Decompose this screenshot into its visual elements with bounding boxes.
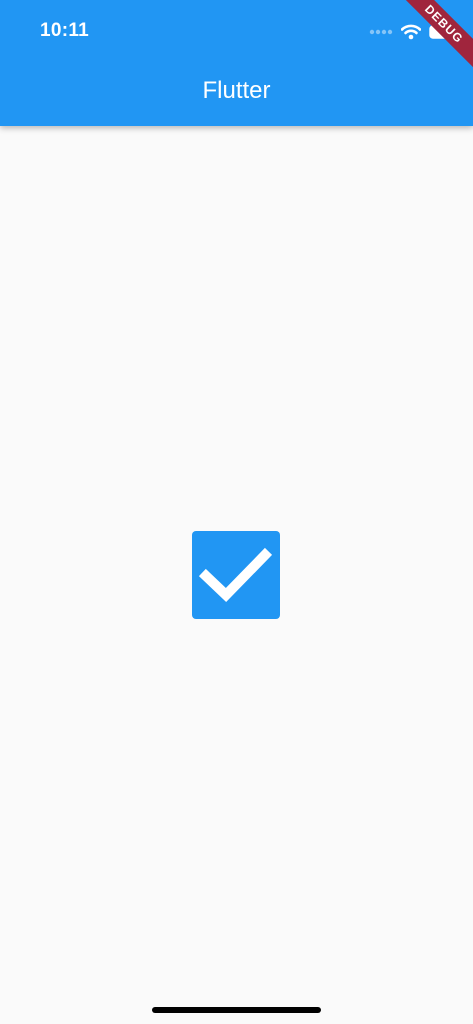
app-screen: 10:11 Flutter DEBUG	[0, 0, 473, 1024]
checkbox[interactable]	[192, 531, 280, 619]
signal-icon	[369, 27, 393, 37]
status-time: 10:11	[40, 20, 90, 41]
home-indicator[interactable]	[152, 1007, 321, 1013]
check-icon	[198, 547, 273, 603]
wifi-icon	[401, 24, 421, 40]
app-bar: 10:11 Flutter	[0, 0, 473, 126]
page-title: Flutter	[202, 77, 271, 104]
